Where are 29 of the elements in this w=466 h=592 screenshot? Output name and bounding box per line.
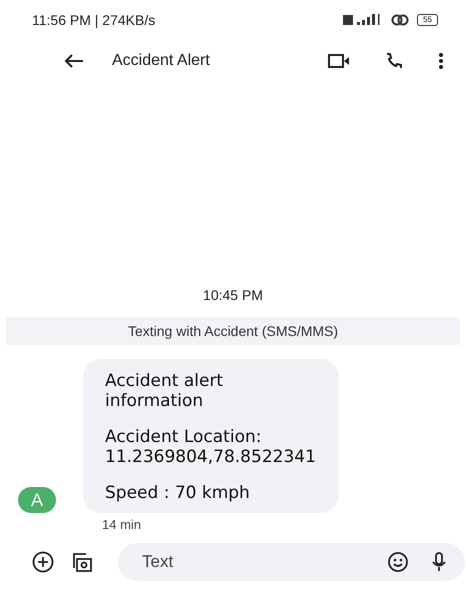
- more-options-button[interactable]: [438, 52, 444, 70]
- smiley-icon: [387, 551, 409, 573]
- message-text: Accident Location: 11.2369804,78.8522341: [105, 427, 317, 467]
- message-age: 14 min: [102, 517, 142, 532]
- contact-avatar[interactable]: A: [18, 487, 56, 513]
- phone-icon: [384, 52, 404, 70]
- compose-field[interactable]: Text: [118, 543, 465, 581]
- message-input-field[interactable]: Text: [140, 551, 365, 573]
- call-button[interactable]: [384, 52, 404, 70]
- link-icon: [391, 14, 410, 26]
- plus-circle-icon: [32, 551, 54, 573]
- more-options-icon: [438, 52, 444, 70]
- message-text: Speed : 70 kmph: [105, 483, 251, 503]
- video-call-button[interactable]: [328, 53, 350, 69]
- microphone-icon: [431, 552, 447, 572]
- gallery-button[interactable]: [70, 551, 92, 573]
- conversation-title: Accident Alert: [112, 52, 211, 70]
- back-arrow-icon: [64, 53, 84, 69]
- gallery-camera-icon: [70, 551, 92, 573]
- battery-icon: 55: [417, 14, 438, 26]
- add-button[interactable]: [32, 551, 54, 573]
- message-timestamp: 10:45 PM: [202, 287, 264, 303]
- status-time: 11:56 PM | 274KB/s: [32, 12, 156, 28]
- video-camera-icon: [328, 53, 350, 69]
- emoji-button[interactable]: [387, 551, 409, 573]
- conversation-info-banner: Texting with Accident (SMS/MMS): [6, 317, 460, 345]
- back-button[interactable]: [64, 53, 84, 69]
- message-text: Accident alert information: [105, 371, 224, 411]
- voice-button[interactable]: [431, 552, 447, 572]
